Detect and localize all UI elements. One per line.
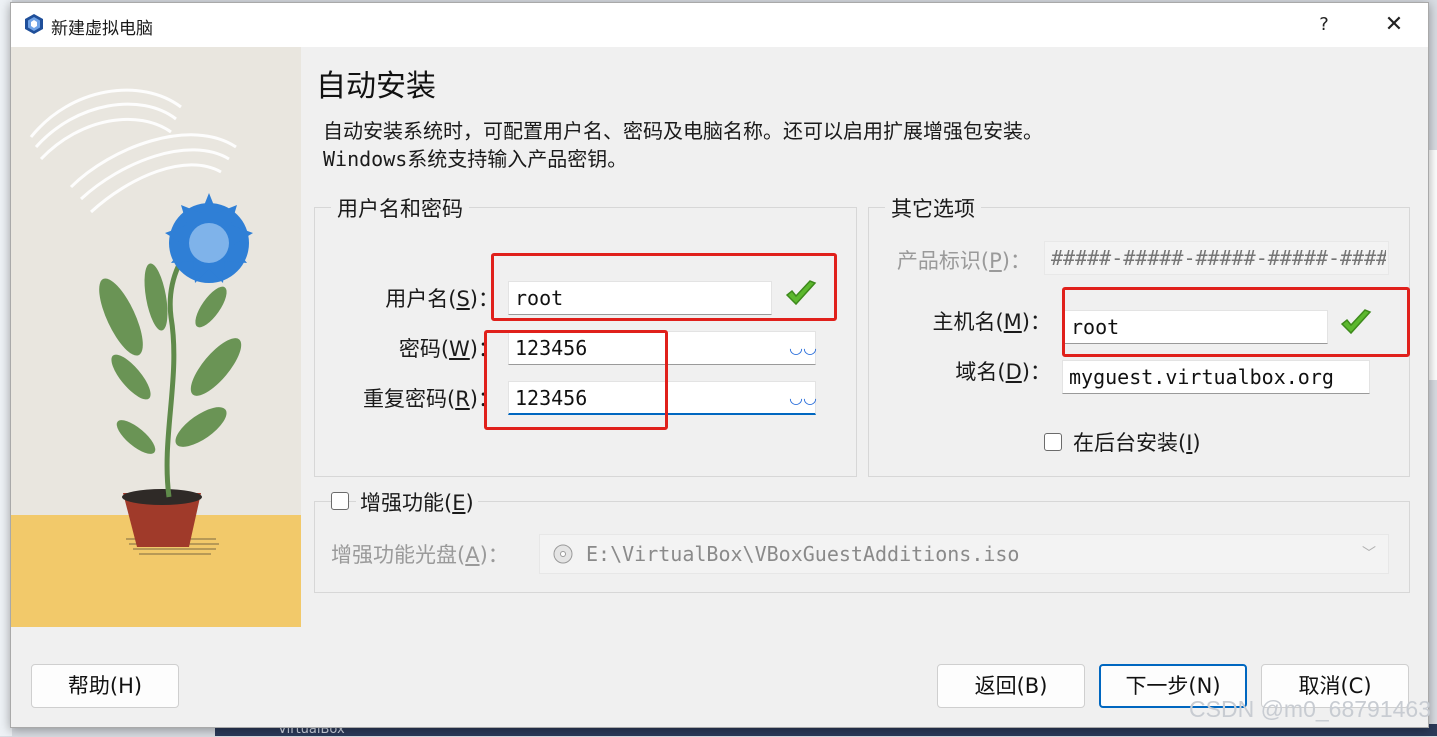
watermark: CSDN @m0_68791463	[1189, 696, 1431, 722]
user-password-group-title: 用户名和密码	[331, 193, 469, 223]
background-install-checkbox[interactable]	[1044, 433, 1062, 451]
virtualbox-logo-icon	[25, 14, 43, 34]
page-title: 自动安装	[316, 69, 436, 104]
background-install-label[interactable]: 在后台安装(I)	[1073, 427, 1201, 457]
back-button[interactable]: 返回(B)	[937, 664, 1085, 708]
domain-label: 域名(D)：	[955, 360, 1051, 384]
other-options-group-title: 其它选项	[885, 193, 981, 223]
repeat-password-label: 重复密码(R)：	[363, 387, 499, 411]
chevron-down-icon: ﹀	[1362, 546, 1376, 562]
guest-additions-iso-select[interactable]: E:\VirtualBox\VBoxGuestAdditions.iso ﹀	[539, 534, 1389, 574]
guest-additions-iso-label: 增强功能光盘(A)：	[331, 543, 509, 567]
annotation-highlight-username	[491, 253, 837, 321]
show-password-icon[interactable]: ◡◡	[789, 338, 817, 357]
username-label: 用户名(S)：	[385, 287, 499, 311]
plant-illustration	[11, 47, 301, 627]
password-label: 密码(W)：	[398, 337, 499, 361]
disc-icon	[553, 544, 573, 564]
help-button[interactable]: 帮助(H)	[31, 664, 179, 708]
description-line: 自动安装系统时，可配置用户名、密码及电脑名称。还可以启用扩展增强包安装。	[323, 119, 1043, 143]
guest-additions-iso-value: E:\VirtualBox\VBoxGuestAdditions.iso	[586, 542, 1020, 566]
product-key-input[interactable]	[1044, 241, 1389, 275]
window-title: 新建虚拟电脑	[51, 19, 153, 39]
close-icon[interactable]: ✕	[1378, 9, 1410, 41]
wizard-illustration	[11, 47, 301, 627]
description-line: Windows系统支持输入产品密钥。	[323, 147, 628, 171]
annotation-highlight-hostname	[1062, 287, 1410, 357]
help-icon[interactable]: ?	[1308, 11, 1340, 39]
annotation-highlight-password	[484, 330, 668, 430]
title-bar: 新建虚拟电脑 ? ✕	[11, 3, 1428, 47]
new-vm-dialog: 新建虚拟电脑 ? ✕ 自动安装 自动安装系统时，可配置用户名、密码及电脑名称。还…	[10, 2, 1429, 728]
guest-additions-checkbox[interactable]	[331, 492, 349, 510]
show-repeat-password-icon[interactable]: ◡◡	[789, 388, 817, 407]
hostname-label: 主机名(M)：	[932, 310, 1051, 334]
page-description: 自动安装系统时，可配置用户名、密码及电脑名称。还可以启用扩展增强包安装。 Win…	[323, 117, 1043, 173]
guest-additions-label[interactable]: 增强功能(E)	[356, 487, 478, 517]
product-key-label: 产品标识(P)：	[896, 249, 1031, 273]
domain-input[interactable]	[1062, 360, 1370, 394]
